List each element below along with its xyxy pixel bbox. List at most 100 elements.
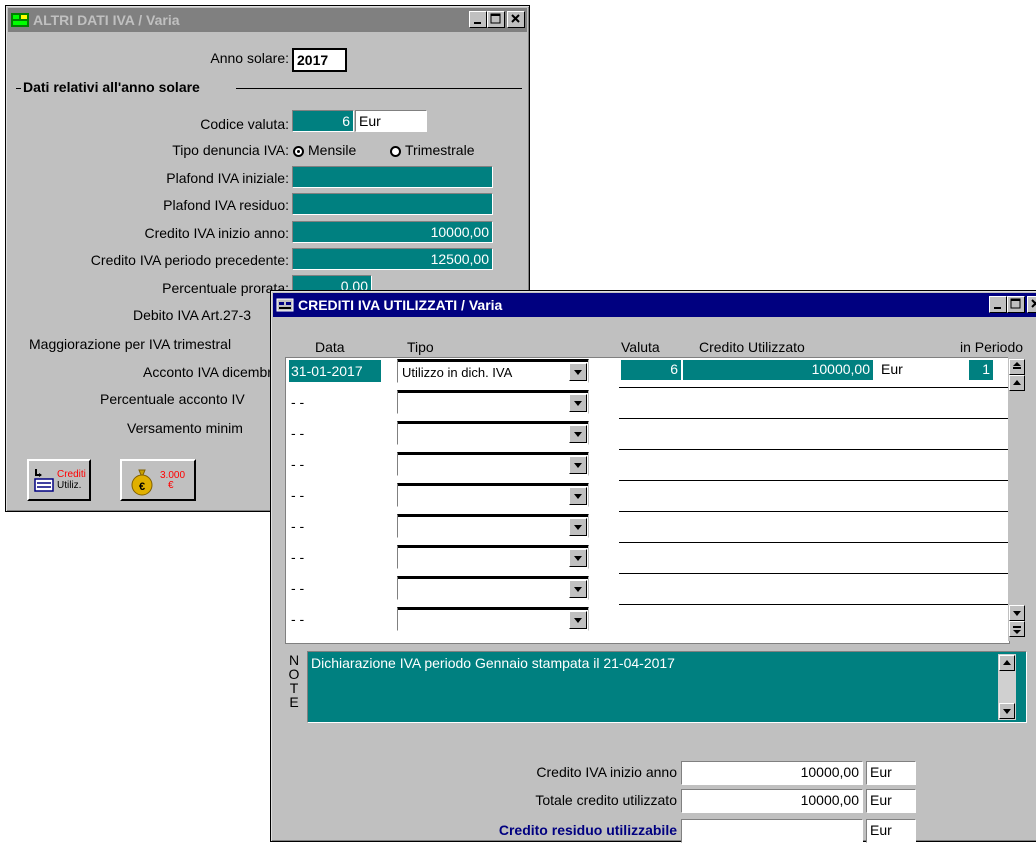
double-up-arrow-icon (1013, 362, 1021, 369)
dropdown-arrow-icon[interactable] (569, 394, 587, 412)
scroll-down-button[interactable] (1009, 605, 1025, 621)
table-row[interactable]: - - (285, 512, 1008, 543)
note-text: Dichiarazione IVA periodo Gennaio stampa… (311, 655, 675, 671)
periodo-cell[interactable]: 1 (969, 360, 993, 380)
table-row[interactable]: - - (285, 450, 1008, 481)
dropdown-arrow-icon[interactable] (569, 425, 587, 443)
title-bar[interactable]: ALTRI DATI IVA / Varia (8, 8, 527, 32)
date-cell[interactable]: - - (289, 484, 385, 506)
crediti-utilizzati-button[interactable]: Crediti Utiliz. (27, 459, 91, 501)
totale-credito-label: Totale credito utilizzato (535, 792, 677, 808)
dropdown-arrow-icon[interactable] (569, 580, 587, 598)
maximize-button[interactable] (487, 11, 505, 28)
svg-text:€: € (139, 481, 145, 493)
credito-inizio-anno-label: Credito IVA inizio anno (536, 764, 677, 780)
table-row[interactable]: - - (285, 481, 1008, 512)
anno-solare-field[interactable]: 2017 (292, 48, 347, 72)
title-bar[interactable]: CREDITI IVA UTILIZZATI / Varia (273, 293, 1036, 317)
date-cell[interactable]: - - (289, 515, 385, 537)
tipo-combo[interactable] (397, 514, 589, 538)
radio-trimestrale[interactable]: Trimestrale (390, 142, 475, 158)
app-icon (11, 12, 29, 28)
tipo-combo[interactable] (397, 483, 589, 507)
plafond-iniziale-label: Plafond IVA iniziale: (166, 170, 289, 186)
table-row[interactable]: - - (285, 419, 1008, 450)
radio-mensile-label: Mensile (308, 142, 357, 158)
valuta-code-cell: Eur (881, 361, 903, 377)
date-cell[interactable]: - - (289, 608, 385, 630)
utiliz-label: Utiliz. (57, 480, 82, 491)
tipo-combo[interactable]: Utilizzo in dich. IVA (397, 359, 589, 383)
credito-inizio-field[interactable]: 10000,00 (292, 221, 493, 243)
radio-mensile[interactable]: Mensile (293, 142, 356, 158)
valuta-code-field[interactable]: Eur (355, 110, 427, 132)
minimize-button[interactable] (989, 296, 1007, 313)
euro-label: € (168, 480, 174, 491)
date-cell[interactable]: - - (289, 422, 385, 444)
codice-valuta-field[interactable]: 6 (292, 110, 354, 132)
tipo-denuncia-label: Tipo denuncia IVA: (172, 142, 289, 158)
credito-inizio-anno-currency[interactable]: Eur (866, 761, 916, 785)
table-row[interactable]: - - (285, 388, 1008, 419)
tipo-combo[interactable] (397, 390, 589, 414)
scroll-up-button[interactable] (1009, 375, 1025, 391)
codice-valuta-label: Codice valuta: (200, 116, 289, 132)
date-cell[interactable]: 31-01-2017 (289, 360, 381, 382)
list-icon (34, 469, 54, 492)
dropdown-arrow-icon[interactable] (569, 611, 587, 629)
close-button[interactable] (1027, 296, 1036, 313)
plafond-residuo-field[interactable] (292, 193, 493, 215)
crediti-label: Crediti (57, 469, 86, 480)
table-row[interactable]: 31-01-2017 Utilizzo in dich. IVA 6 10000… (285, 357, 1008, 388)
table-row[interactable]: - - (285, 574, 1008, 605)
tipo-combo[interactable] (397, 452, 589, 476)
anno-solare-label: Anno solare: (210, 50, 289, 66)
credito-cell[interactable]: 10000,00 (683, 360, 873, 380)
column-header-periodo: in Periodo (960, 339, 1024, 355)
column-header-valuta: Valuta (621, 339, 660, 355)
minimize-button[interactable] (469, 11, 487, 28)
table-row[interactable]: - - (285, 543, 1008, 574)
dropdown-arrow-icon[interactable] (569, 518, 587, 536)
dropdown-arrow-icon[interactable] (569, 487, 587, 505)
tipo-combo[interactable] (397, 607, 589, 631)
table-row[interactable]: - - (285, 605, 1008, 636)
credito-prec-field[interactable]: 12500,00 (292, 248, 493, 270)
date-cell[interactable]: - - (289, 391, 385, 413)
plafond-residuo-label: Plafond IVA residuo: (163, 197, 289, 213)
dropdown-arrow-icon[interactable] (569, 363, 587, 381)
plafond-iniziale-field[interactable] (292, 166, 493, 188)
tipo-combo[interactable] (397, 545, 589, 569)
date-cell[interactable]: - - (289, 546, 385, 568)
dropdown-arrow-icon[interactable] (569, 549, 587, 567)
credito-residuo-field[interactable] (681, 819, 863, 843)
date-cell[interactable]: - - (289, 577, 385, 599)
importo-button[interactable]: € 3.000 € (120, 459, 196, 501)
tipo-combo[interactable] (397, 576, 589, 600)
note-scrollbar[interactable] (998, 654, 1016, 720)
radio-trimestrale-label: Trimestrale (405, 142, 475, 158)
radio-checked-icon (293, 145, 304, 157)
totale-credito-field[interactable]: 10000,00 (681, 789, 863, 813)
maximize-button[interactable] (1007, 296, 1025, 313)
credito-residuo-currency[interactable]: Eur (866, 819, 916, 843)
section-header: Dati relativi all'anno solare (16, 79, 522, 99)
section-title: Dati relativi all'anno solare (23, 79, 200, 95)
date-cell[interactable]: - - (289, 453, 385, 475)
note-scroll-up-button[interactable] (999, 655, 1015, 671)
window-title: ALTRI DATI IVA / Varia (33, 12, 180, 28)
close-button[interactable] (507, 11, 525, 28)
scroll-top-button[interactable] (1009, 359, 1025, 375)
dropdown-arrow-icon[interactable] (569, 456, 587, 474)
totale-credito-currency[interactable]: Eur (866, 789, 916, 813)
note-scroll-down-button[interactable] (999, 703, 1015, 719)
grid-scrollbar[interactable] (1008, 357, 1026, 641)
tipo-value: Utilizzo in dich. IVA (402, 365, 513, 380)
credito-inizio-anno-field[interactable]: 10000,00 (681, 761, 863, 785)
money-bag-icon: € (131, 469, 153, 496)
valuta-cell[interactable]: 6 (621, 360, 681, 380)
note-field[interactable]: Dichiarazione IVA periodo Gennaio stampa… (307, 651, 1027, 723)
scroll-bottom-button[interactable] (1009, 621, 1025, 637)
double-down-arrow-icon (1013, 626, 1021, 634)
tipo-combo[interactable] (397, 421, 589, 445)
